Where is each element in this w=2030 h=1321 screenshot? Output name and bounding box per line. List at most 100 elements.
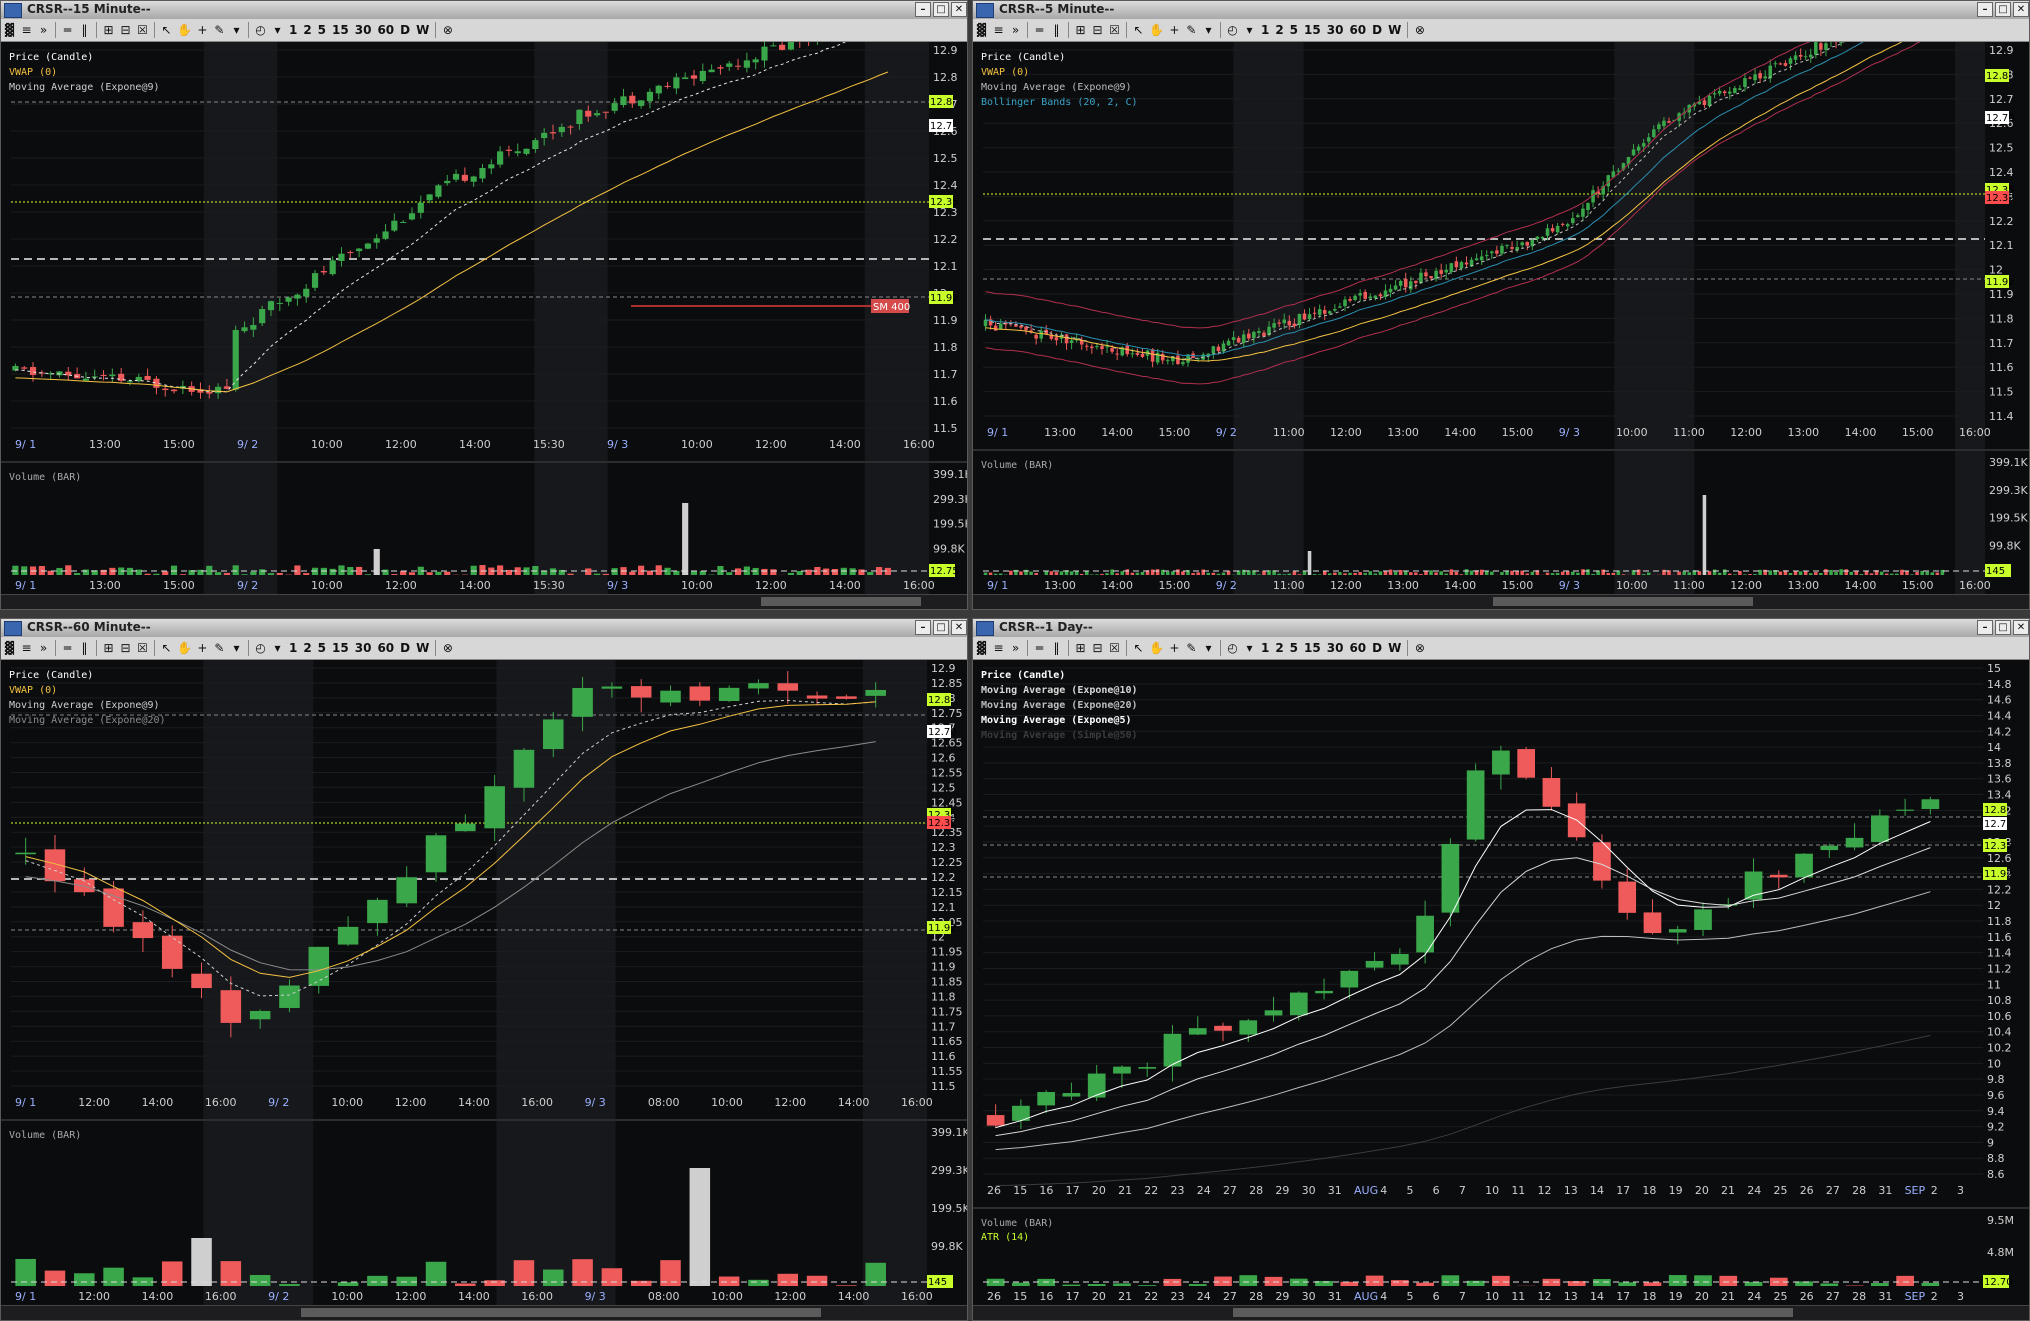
legend-item[interactable]: VWAP (0) — [981, 65, 1138, 80]
dropdown-icon[interactable]: ▾ — [228, 641, 245, 655]
crosshair-icon[interactable]: + — [1166, 641, 1183, 655]
maximize-button[interactable]: □ — [1995, 2, 2011, 17]
horizontal-scrollbar[interactable] — [973, 1305, 2029, 1320]
dropdown-icon[interactable]: ▾ — [1200, 641, 1217, 655]
dropdown-icon[interactable]: ▾ — [1200, 23, 1217, 37]
timeframe-button-d[interactable]: D — [397, 641, 413, 655]
minimize-button[interactable]: – — [1977, 620, 1993, 635]
timeframe-button-15[interactable]: 15 — [329, 23, 352, 37]
legend-item[interactable]: Price (Candle) — [9, 668, 166, 683]
dropdown-icon[interactable]: ▾ — [1241, 641, 1258, 655]
draw-icon[interactable]: ✎ — [211, 641, 228, 655]
draw-icon[interactable]: ✎ — [1183, 23, 1200, 37]
scrollbar-thumb[interactable] — [1233, 1308, 1793, 1317]
legend-item[interactable]: Moving Average (Expone@20) — [9, 713, 166, 728]
bar-chart-icon[interactable]: ▓ — [1, 23, 18, 37]
lines-icon[interactable]: ═ — [1031, 23, 1048, 37]
minimize-button[interactable]: – — [1977, 2, 1993, 17]
hand-icon[interactable]: ✋ — [175, 23, 194, 37]
legend-item[interactable]: Price (Candle) — [981, 668, 1138, 683]
layout-icon[interactable]: ⊟ — [1089, 641, 1106, 655]
chart-canvas[interactable]: 12.912.8512.812.7512.712.6512.612.5512.5… — [1, 660, 968, 1321]
timeframe-button-2[interactable]: 2 — [300, 641, 314, 655]
bar-chart-icon[interactable]: ▓ — [973, 641, 990, 655]
legend-item[interactable]: Moving Average (Expone@9) — [9, 698, 166, 713]
maximize-button[interactable]: □ — [933, 2, 949, 17]
timeframe-button-2[interactable]: 2 — [1272, 23, 1286, 37]
layout-icon[interactable]: ⊟ — [117, 23, 134, 37]
pause-icon[interactable]: ‖ — [1048, 23, 1065, 37]
timeframe-button-w[interactable]: W — [1385, 641, 1404, 655]
pointer-icon[interactable]: ↖ — [1130, 641, 1147, 655]
legend-item[interactable]: VWAP (0) — [9, 65, 160, 80]
cursor-icon[interactable]: » — [35, 641, 52, 655]
close-button[interactable]: ✕ — [951, 2, 967, 17]
grid-icon[interactable]: ⊞ — [1072, 641, 1089, 655]
scrollbar-thumb[interactable] — [301, 1308, 821, 1317]
legend-item[interactable]: Price (Candle) — [9, 50, 160, 65]
timeframe-button-5[interactable]: 5 — [1287, 641, 1301, 655]
timeframe-button-w[interactable]: W — [413, 641, 432, 655]
horizontal-scrollbar[interactable] — [1, 1305, 967, 1320]
chart-type-icon[interactable]: ≡ — [990, 641, 1007, 655]
chart-type-icon[interactable]: ≡ — [18, 23, 35, 37]
bar-chart-icon[interactable]: ▓ — [1, 641, 18, 655]
grid-icon[interactable]: ⊞ — [100, 23, 117, 37]
close-button[interactable]: ✕ — [2013, 620, 2029, 635]
hand-icon[interactable]: ✋ — [1147, 23, 1166, 37]
clock-icon[interactable]: ◴ — [252, 23, 269, 37]
cursor-icon[interactable]: » — [1007, 23, 1024, 37]
legend-item[interactable]: Moving Average (Expone@9) — [9, 80, 160, 95]
cancel-icon[interactable]: ⊗ — [439, 641, 456, 655]
lines-icon[interactable]: ═ — [59, 23, 76, 37]
crosshair-icon[interactable]: + — [194, 23, 211, 37]
timeframe-button-30[interactable]: 30 — [1324, 23, 1347, 37]
zoom-icon[interactable]: ☒ — [1106, 641, 1123, 655]
window-titlebar[interactable]: CRSR--1 Day-- – □ ✕ — [973, 619, 2029, 638]
timeframe-button-1[interactable]: 1 — [1258, 641, 1272, 655]
timeframe-button-15[interactable]: 15 — [1301, 23, 1324, 37]
zoom-icon[interactable]: ☒ — [134, 23, 151, 37]
layout-icon[interactable]: ⊟ — [117, 641, 134, 655]
chart-canvas[interactable]: 12.912.812.712.612.512.412.312.212.11211… — [1, 42, 968, 610]
timeframe-button-1[interactable]: 1 — [286, 641, 300, 655]
dropdown-icon[interactable]: ▾ — [269, 641, 286, 655]
legend-item[interactable]: Moving Average (Simple@50) — [981, 728, 1138, 743]
timeframe-button-d[interactable]: D — [1369, 641, 1385, 655]
pause-icon[interactable]: ‖ — [76, 641, 93, 655]
window-titlebar[interactable]: CRSR--60 Minute-- – □ ✕ — [1, 619, 967, 638]
chart-window-5-minute[interactable]: CRSR--5 Minute-- – □ ✕ ▓ ≡» ═ ‖ ⊞ ⊟ ☒ ↖ ✋ + ✎ ▾ ◴ ▾ 1 2 5 15 3… — [972, 0, 2030, 610]
chart-window-15-minute[interactable]: CRSR--15 Minute-- – □ ✕ ▓ ≡» ═ ‖ ⊞ ⊟ ☒ ↖ ✋ + ✎ ▾ ◴ ▾ 1 2 5 15… — [0, 0, 968, 610]
zoom-icon[interactable]: ☒ — [134, 641, 151, 655]
timeframe-button-60[interactable]: 60 — [1346, 641, 1369, 655]
timeframe-button-30[interactable]: 30 — [352, 641, 375, 655]
window-titlebar[interactable]: CRSR--5 Minute-- – □ ✕ — [973, 1, 2029, 20]
timeframe-button-30[interactable]: 30 — [352, 23, 375, 37]
timeframe-button-2[interactable]: 2 — [1272, 641, 1286, 655]
timeframe-button-60[interactable]: 60 — [374, 23, 397, 37]
timeframe-button-60[interactable]: 60 — [374, 641, 397, 655]
hand-icon[interactable]: ✋ — [175, 641, 194, 655]
dropdown-icon[interactable]: ▾ — [1241, 23, 1258, 37]
clock-icon[interactable]: ◴ — [1224, 641, 1241, 655]
legend-item[interactable]: Price (Candle) — [981, 50, 1138, 65]
chart-window-1-day[interactable]: CRSR--1 Day-- – □ ✕ ▓ ≡» ═ ‖ ⊞ ⊟ ☒ ↖ ✋ + ✎ ▾ ◴ ▾ 1 2 5 15 30 60… — [972, 618, 2030, 1321]
maximize-button[interactable]: □ — [933, 620, 949, 635]
legend-item[interactable]: Moving Average (Expone@10) — [981, 683, 1138, 698]
legend-item[interactable]: Moving Average (Expone@5) — [981, 713, 1138, 728]
pointer-icon[interactable]: ↖ — [1130, 23, 1147, 37]
timeframe-button-5[interactable]: 5 — [315, 23, 329, 37]
layout-icon[interactable]: ⊟ — [1089, 23, 1106, 37]
legend-item[interactable]: Moving Average (Expone@20) — [981, 698, 1138, 713]
timeframe-button-60[interactable]: 60 — [1346, 23, 1369, 37]
dropdown-icon[interactable]: ▾ — [269, 23, 286, 37]
timeframe-button-15[interactable]: 15 — [1301, 641, 1324, 655]
pointer-icon[interactable]: ↖ — [158, 23, 175, 37]
minimize-button[interactable]: – — [915, 2, 931, 17]
chart-type-icon[interactable]: ≡ — [990, 23, 1007, 37]
timeframe-button-30[interactable]: 30 — [1324, 641, 1347, 655]
clock-icon[interactable]: ◴ — [1224, 23, 1241, 37]
chart-canvas[interactable]: 1514.814.614.414.21413.813.613.413.21312… — [973, 660, 2030, 1321]
cancel-icon[interactable]: ⊗ — [1411, 641, 1428, 655]
timeframe-button-5[interactable]: 5 — [1287, 23, 1301, 37]
